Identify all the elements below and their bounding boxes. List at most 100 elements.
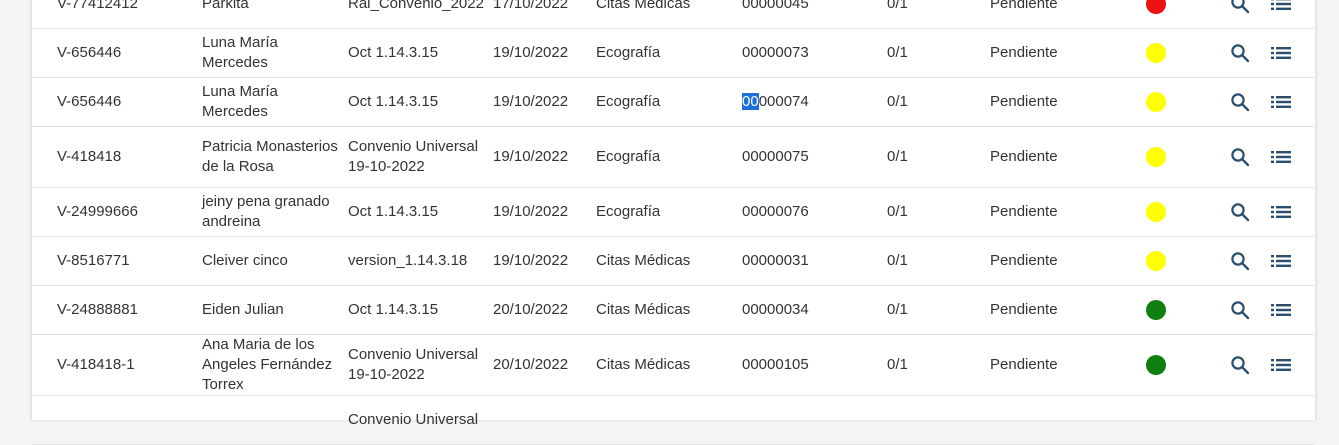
table-row: V-656446 Luna María MercedesOct 1.14.3.15… [32, 78, 1314, 127]
date-cell: 19/10/2022 [493, 188, 593, 236]
appointment-number-text: 000074 [759, 93, 809, 110]
patient-id-text: V-656446 [57, 92, 121, 112]
appointment-number-cell: 00000074 [742, 78, 862, 126]
quantity-cell: 0/1 [887, 0, 947, 28]
patient-name-cell: Cleiver cinco [202, 237, 342, 285]
convenio-cell: Oct 1.14.3.15 [348, 78, 488, 126]
appointment-number-cell: 00000045 [742, 0, 862, 28]
patient-id-cell: V-418418 [57, 127, 197, 187]
status-indicator-cell [1144, 188, 1168, 236]
appointment-number-cell: 00000073 [742, 29, 862, 77]
patient-name-text: Parkita [202, 0, 249, 14]
service-cell: Ecografía [596, 78, 736, 126]
status-cell: Pendiente [990, 29, 1110, 77]
search-icon[interactable] [1230, 300, 1250, 320]
status-indicator-green [1146, 355, 1166, 375]
status-indicator-cell [1144, 335, 1168, 395]
convenio-text: Oct 1.14.3.15 [348, 300, 438, 320]
patient-id-text: V-24999666 [57, 202, 138, 222]
patient-id-cell: V-24888881 [57, 286, 197, 334]
quantity-text: 0/1 [887, 355, 908, 375]
status-text: Pendiente [990, 92, 1058, 112]
date-cell: 19/10/2022 [493, 237, 593, 285]
service-text: Citas Médicas [596, 300, 690, 320]
search-icon[interactable] [1230, 202, 1250, 222]
date-text: 19/10/2022 [493, 147, 568, 167]
search-icon[interactable] [1230, 43, 1250, 63]
patient-name-cell [202, 396, 342, 444]
search-icon[interactable] [1230, 92, 1250, 112]
quantity-cell: 0/1 [887, 286, 947, 334]
status-text: Pendiente [990, 251, 1058, 271]
service-cell: Ecografía [596, 188, 736, 236]
convenio-cell: version_1.14.3.18 [348, 237, 488, 285]
patient-id-cell: V-656446 [57, 78, 197, 126]
appointment-number-text: 00000034 [742, 300, 809, 320]
quantity-text: 0/1 [887, 202, 908, 222]
status-indicator-red [1146, 0, 1166, 14]
search-icon[interactable] [1230, 147, 1250, 167]
appointment-number-text: 00000076 [742, 202, 809, 222]
list-icon[interactable] [1271, 204, 1291, 220]
date-text: 19/10/2022 [493, 202, 568, 222]
convenio-cell: Oct 1.14.3.15 [348, 29, 488, 77]
table-row: V-24888881Eiden Julian Oct 1.14.3.15 20/10… [32, 286, 1314, 335]
convenio-cell: Oct 1.14.3.15 [348, 188, 488, 236]
table-row: Convenio Universal [32, 396, 1314, 445]
appointment-number-text: 00000045 [742, 0, 809, 14]
list-icon[interactable] [1271, 0, 1291, 12]
date-cell [493, 396, 593, 444]
search-icon[interactable] [1230, 0, 1250, 14]
status-cell [990, 396, 1110, 444]
appointment-number-cell: 00000075 [742, 127, 862, 187]
patient-name-cell: Patricia Monasterios de la Rosa [202, 127, 342, 187]
patient-name-cell: Ana Maria de los Angeles Fernández Torre… [202, 335, 342, 395]
quantity-text: 0/1 [887, 0, 908, 14]
convenio-cell: Convenio Universal 19-10-2022 [348, 127, 488, 187]
service-cell: Citas Médicas [596, 0, 736, 28]
status-indicator-yellow [1146, 92, 1166, 112]
date-text: 19/10/2022 [493, 43, 568, 63]
list-icon[interactable] [1271, 149, 1291, 165]
appointment-number-text: 00000075 [742, 147, 809, 167]
list-icon[interactable] [1271, 357, 1291, 373]
patient-name-cell: Luna María Mercedes [202, 78, 342, 126]
patient-name-text: Eiden Julian [202, 300, 284, 320]
status-indicator-yellow [1146, 43, 1166, 63]
patient-name-cell: Eiden Julian [202, 286, 342, 334]
status-indicator-green [1146, 300, 1166, 320]
quantity-cell: 0/1 [887, 188, 947, 236]
convenio-cell: Convenio Universal 19-10-2022 [348, 335, 488, 395]
status-text: Pendiente [990, 300, 1058, 320]
search-icon[interactable] [1230, 251, 1250, 271]
list-icon[interactable] [1271, 302, 1291, 318]
patient-id-cell: V-77412412 [57, 0, 197, 28]
convenio-cell: Convenio Universal [348, 396, 488, 444]
quantity-cell: 0/1 [887, 127, 947, 187]
date-cell: 17/10/2022 [493, 0, 593, 28]
status-cell: Pendiente [990, 0, 1110, 28]
appointment-number-cell: 00000031 [742, 237, 862, 285]
convenio-text: Oct 1.14.3.15 [348, 202, 438, 222]
date-text: 19/10/2022 [493, 92, 568, 112]
status-cell: Pendiente [990, 188, 1110, 236]
status-indicator-yellow [1146, 202, 1166, 222]
service-text: Ecografía [596, 43, 660, 63]
list-icon[interactable] [1271, 253, 1291, 269]
service-cell: Ecografía [596, 127, 736, 187]
patient-id-text: V-656446 [57, 43, 121, 63]
appointment-number-cell: 00000105 [742, 335, 862, 395]
patient-id-cell: V-8516771 [57, 237, 197, 285]
status-indicator-cell [1144, 237, 1168, 285]
list-icon[interactable] [1271, 94, 1291, 110]
selected-text: 00 [742, 93, 759, 110]
status-indicator-cell [1144, 286, 1168, 334]
patient-name-text: Luna María Mercedes [202, 82, 342, 122]
service-cell [596, 396, 736, 444]
search-icon[interactable] [1230, 355, 1250, 375]
date-cell: 20/10/2022 [493, 286, 593, 334]
patient-id-text: V-77412412 [57, 0, 138, 14]
table-row: V-8516771Cleiver cincoversion_1.14.3.181… [32, 237, 1314, 286]
list-icon[interactable] [1271, 45, 1291, 61]
quantity-text: 0/1 [887, 300, 908, 320]
